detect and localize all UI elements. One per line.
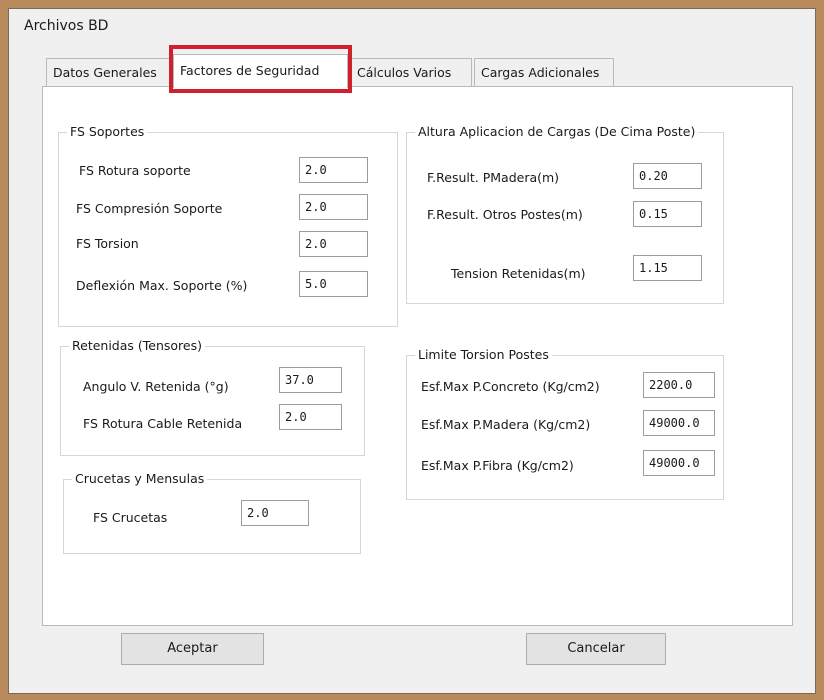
- tension-retenidas-input[interactable]: 1.15: [633, 255, 702, 281]
- field-label: FS Compresión Soporte: [76, 201, 223, 216]
- accept-button[interactable]: Aceptar: [121, 633, 264, 665]
- tab-datos-generales[interactable]: Datos Generales: [46, 58, 171, 86]
- fs-compresion-soporte-input[interactable]: 2.0: [299, 194, 368, 220]
- tab-calculos-varios[interactable]: Cálculos Varios: [350, 58, 472, 86]
- fs-rotura-soporte-input[interactable]: 2.0: [299, 157, 368, 183]
- angulo-retenida-input[interactable]: 37.0: [279, 367, 342, 393]
- f-result-otros-postes-input[interactable]: 0.15: [633, 201, 702, 227]
- group-title: Limite Torsion Postes: [415, 347, 552, 362]
- field-label: F.Result. Otros Postes(m): [427, 207, 583, 222]
- f-result-pmadera-input[interactable]: 0.20: [633, 163, 702, 189]
- esf-max-madera-input[interactable]: 49000.0: [643, 410, 715, 436]
- window-title: Archivos BD: [24, 18, 109, 34]
- field-label: Esf.Max P.Fibra (Kg/cm2): [421, 458, 574, 473]
- tab-panel: FS Soportes FS Rotura soporte 2.0 FS Com…: [42, 86, 793, 626]
- deflexion-max-soporte-input[interactable]: 5.0: [299, 271, 368, 297]
- fs-rotura-cable-retenida-input[interactable]: 2.0: [279, 404, 342, 430]
- fs-crucetas-input[interactable]: 2.0: [241, 500, 309, 526]
- field-label: Esf.Max P.Madera (Kg/cm2): [421, 417, 591, 432]
- esf-max-concreto-input[interactable]: 2200.0: [643, 372, 715, 398]
- field-label: FS Rotura Cable Retenida: [83, 416, 243, 431]
- group-title: Crucetas y Mensulas: [72, 471, 208, 486]
- field-label: Angulo V. Retenida (°g): [83, 379, 229, 394]
- esf-max-fibra-input[interactable]: 49000.0: [643, 450, 715, 476]
- field-label: Tension Retenidas(m): [451, 266, 586, 281]
- group-title: FS Soportes: [67, 124, 148, 139]
- highlight-annotation: [169, 45, 352, 93]
- group-retenidas: Retenidas (Tensores): [60, 338, 365, 456]
- field-label: FS Crucetas: [93, 510, 168, 525]
- fs-torsion-input[interactable]: 2.0: [299, 231, 368, 257]
- field-label: Esf.Max P.Concreto (Kg/cm2): [421, 379, 600, 394]
- field-label: Deflexión Max. Soporte (%): [76, 278, 248, 293]
- field-label: F.Result. PMadera(m): [427, 170, 560, 185]
- group-title: Altura Aplicacion de Cargas (De Cima Pos…: [415, 124, 699, 139]
- field-label: FS Torsion: [76, 236, 139, 251]
- cancel-button[interactable]: Cancelar: [526, 633, 666, 665]
- tab-cargas-adicionales[interactable]: Cargas Adicionales: [474, 58, 614, 86]
- field-label: FS Rotura soporte: [79, 163, 191, 178]
- group-title: Retenidas (Tensores): [69, 338, 205, 353]
